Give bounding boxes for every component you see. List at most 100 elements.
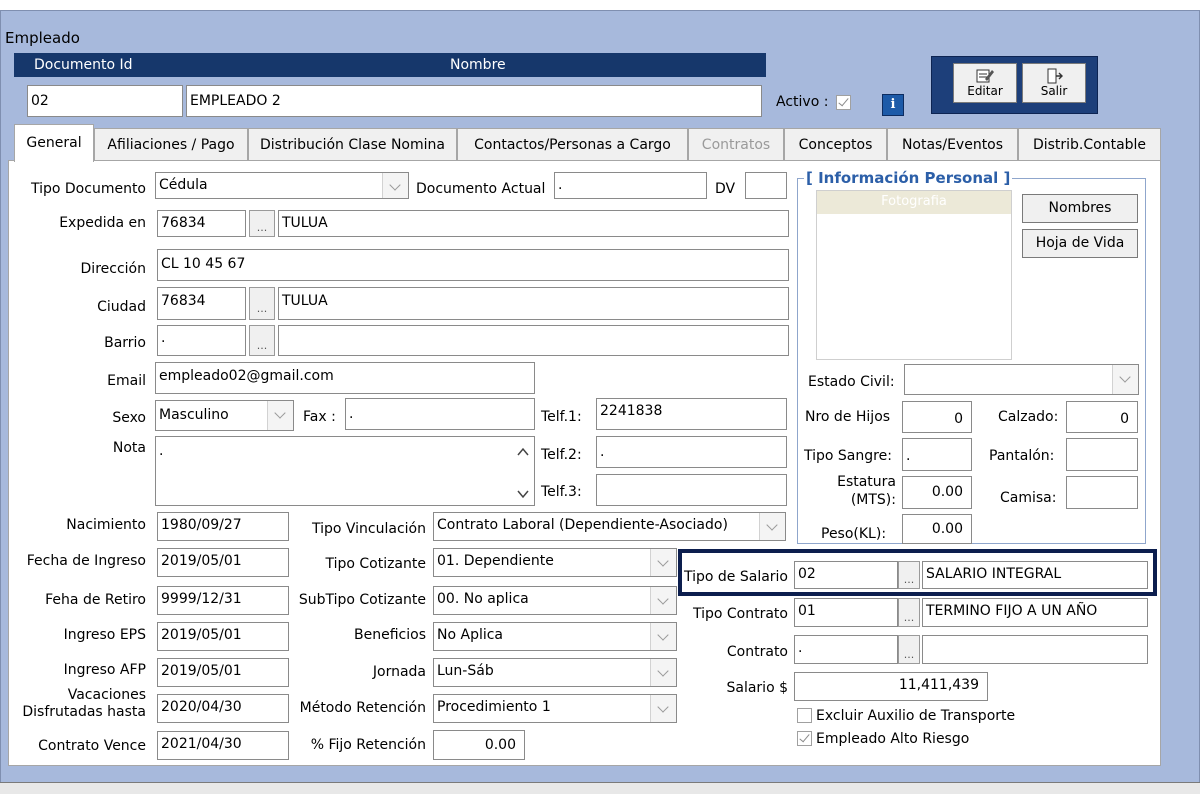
jornada-label: Jornada [372, 664, 426, 680]
email-label: Email [107, 373, 146, 389]
tab-distribucion-clase-nomina[interactable]: Distribución Clase Nomina [248, 128, 457, 160]
direccion-field[interactable]: CL 10 45 67 [157, 249, 789, 281]
tab-contratos[interactable]: Contratos [688, 128, 784, 160]
tipo-salario-code[interactable]: 02 [794, 561, 898, 589]
chevron-down-icon[interactable] [650, 587, 676, 614]
calzado-field[interactable]: 0 [1066, 401, 1138, 433]
documento-actual-field[interactable]: . [554, 172, 707, 199]
fax-field[interactable]: . [345, 398, 535, 430]
estado-civil-select[interactable] [904, 364, 1139, 395]
telf1-field[interactable]: 2241838 [596, 398, 787, 430]
chevron-down-icon[interactable] [650, 659, 676, 686]
scroll-up-icon[interactable] [517, 447, 529, 457]
telf2-field[interactable]: . [596, 436, 787, 468]
ciudad-lookup-button[interactable]: ... [249, 287, 275, 320]
tipo-contrato-lookup-button[interactable]: ... [898, 598, 920, 627]
expedida-en-lookup-button[interactable]: ... [249, 210, 275, 237]
camisa-field[interactable] [1066, 476, 1138, 509]
ingreso-eps-field[interactable]: 2019/05/01 [157, 622, 289, 651]
tab-afiliaciones-pago[interactable]: Afiliaciones / Pago [94, 128, 248, 160]
telf3-field[interactable] [596, 474, 787, 506]
excluir-auxilio-checkbox[interactable] [797, 708, 812, 723]
telf2-label: Telf.2: [541, 447, 582, 463]
contrato-name[interactable] [922, 635, 1148, 664]
nota-textarea[interactable]: . [155, 436, 535, 506]
subtipo-cotizante-select[interactable]: 00. No aplica [433, 586, 677, 615]
tab-general[interactable]: General [14, 124, 94, 162]
chevron-down-icon[interactable] [382, 173, 408, 198]
chevron-down-icon[interactable] [267, 401, 293, 430]
edit-icon [976, 69, 994, 83]
estatura-label-line1: Estatura [837, 474, 896, 490]
sexo-select[interactable]: Masculino [155, 400, 294, 431]
activo-checkbox[interactable] [836, 95, 851, 110]
nacimiento-field[interactable]: 1980/09/27 [157, 512, 289, 541]
ciudad-code[interactable]: 76834 [157, 287, 246, 320]
tipo-contrato-code[interactable]: 01 [794, 598, 898, 627]
peso-field[interactable]: 0.00 [902, 514, 972, 544]
ingreso-afp-label: Ingreso AFP [63, 662, 146, 678]
barrio-code[interactable]: . [157, 325, 246, 356]
fijo-retencion-field[interactable]: 0.00 [433, 730, 525, 760]
pantalon-field[interactable] [1066, 438, 1138, 471]
doc-id-label: Documento Id [34, 57, 133, 73]
hoja-de-vida-button[interactable]: Hoja de Vida [1022, 229, 1138, 258]
tipo-documento-select[interactable]: Cédula [155, 172, 409, 199]
subtipo-cotizante-value: 00. No aplica [437, 591, 529, 607]
tipo-salario-lookup-button[interactable]: ... [898, 561, 920, 589]
expedida-en-code[interactable]: 76834 [157, 210, 246, 237]
alto-riesgo-label: Empleado Alto Riesgo [816, 731, 970, 747]
nombres-button[interactable]: Nombres [1022, 194, 1138, 223]
chevron-down-icon[interactable] [650, 623, 676, 650]
contrato-code[interactable]: . [794, 635, 898, 664]
chevron-down-icon[interactable] [1112, 365, 1138, 394]
window-bottom-strip [0, 782, 1200, 794]
tab-conceptos[interactable]: Conceptos [784, 128, 887, 160]
metodo-retencion-value: Procedimiento 1 [437, 699, 551, 715]
editar-button[interactable]: Editar [953, 63, 1017, 103]
tipo-sangre-field[interactable]: . [902, 438, 972, 471]
expedida-en-name[interactable]: TULUA [278, 210, 789, 237]
vacaciones-field[interactable]: 2020/04/30 [157, 694, 289, 723]
tab-contactos[interactable]: Contactos/Personas a Cargo [457, 128, 688, 160]
info-icon[interactable]: i [882, 94, 904, 116]
alto-riesgo-checkbox[interactable] [797, 731, 812, 746]
jornada-select[interactable]: Lun-Sáb [433, 658, 677, 687]
email-field[interactable]: empleado02@gmail.com [155, 362, 535, 394]
tab-distrib-contable[interactable]: Distrib.Contable [1018, 128, 1161, 160]
ingreso-afp-field[interactable]: 2019/05/01 [157, 658, 289, 687]
chevron-down-icon[interactable] [650, 695, 676, 722]
tipo-cotizante-select[interactable]: 01. Dependiente [433, 548, 677, 577]
nro-hijos-field[interactable]: 0 [902, 401, 972, 433]
estatura-label-line2: (MTS): [850, 492, 896, 508]
activo-label: Activo : [776, 94, 829, 110]
ciudad-label: Ciudad [97, 299, 146, 315]
ciudad-name[interactable]: TULUA [278, 287, 789, 320]
chevron-down-icon[interactable] [759, 513, 785, 540]
dv-field[interactable] [745, 172, 787, 199]
chevron-down-icon[interactable] [650, 549, 676, 576]
vacaciones-label-line1: Vacaciones [67, 687, 146, 703]
salir-button[interactable]: Salir [1022, 63, 1086, 103]
contrato-lookup-button[interactable]: ... [898, 635, 920, 664]
contrato-vence-field[interactable]: 2021/04/30 [157, 731, 289, 760]
tipo-vinculacion-select[interactable]: Contrato Laboral (Dependiente-Asociado) [433, 512, 786, 541]
fecha-ingreso-field[interactable]: 2019/05/01 [157, 548, 289, 577]
barrio-name[interactable] [278, 325, 789, 356]
contrato-label: Contrato [726, 644, 788, 660]
estatura-field[interactable]: 0.00 [902, 476, 972, 509]
metodo-retencion-select[interactable]: Procedimiento 1 [433, 694, 677, 723]
beneficios-select[interactable]: No Aplica [433, 622, 677, 651]
photo-box[interactable]: Fotografia [816, 190, 1012, 360]
tipo-contrato-name[interactable]: TERMINO FIJO A UN AÑO [922, 598, 1148, 627]
nombre-field[interactable]: EMPLEADO 2 [186, 85, 762, 117]
salario-field[interactable]: 11,411,439 [794, 672, 988, 701]
nombre-label: Nombre [450, 57, 506, 73]
scroll-down-icon[interactable] [517, 489, 529, 499]
telf1-label: Telf.1: [541, 409, 582, 425]
barrio-lookup-button[interactable]: ... [249, 325, 275, 356]
tab-notas-eventos[interactable]: Notas/Eventos [887, 128, 1018, 160]
tipo-salario-name[interactable]: SALARIO INTEGRAL [922, 561, 1148, 589]
doc-id-field[interactable]: 02 [27, 85, 183, 117]
fecha-retiro-field[interactable]: 9999/12/31 [157, 586, 289, 615]
